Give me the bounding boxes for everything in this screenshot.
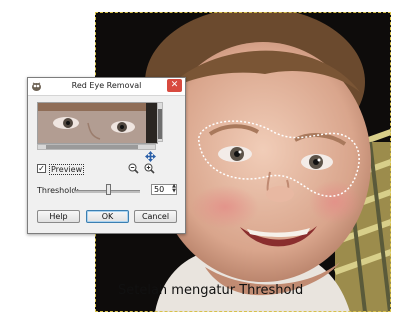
- preview-horizontal-scrollbar[interactable]: [37, 144, 156, 150]
- preview-eyes-thumbnail: [38, 103, 157, 143]
- zoom-out-icon[interactable]: [128, 163, 139, 174]
- dialog-title: Red Eye Removal: [71, 81, 142, 90]
- close-icon[interactable]: ✕: [167, 79, 182, 92]
- cancel-button[interactable]: Cancel: [134, 210, 177, 223]
- zoom-in-icon[interactable]: [144, 163, 155, 174]
- help-button[interactable]: Help: [37, 210, 80, 223]
- red-eye-removal-dialog: Red Eye Removal ✕ ✓ Preview Threshold: 5…: [27, 77, 186, 234]
- move-icon[interactable]: [145, 151, 156, 162]
- preview-label[interactable]: Preview: [49, 164, 85, 175]
- dialog-titlebar[interactable]: Red Eye Removal ✕: [28, 78, 185, 96]
- spin-arrows-icon[interactable]: ▲ ▼: [171, 184, 177, 195]
- preview-checkbox[interactable]: ✓: [37, 164, 46, 173]
- preview-image[interactable]: [37, 102, 158, 144]
- caption-text: Setelah mengatur Threshold: [118, 283, 304, 298]
- threshold-label: Threshold:: [37, 186, 80, 195]
- preview-vertical-scrollbar[interactable]: [157, 102, 163, 142]
- ok-button[interactable]: OK: [86, 210, 129, 223]
- threshold-slider-handle[interactable]: [106, 184, 111, 195]
